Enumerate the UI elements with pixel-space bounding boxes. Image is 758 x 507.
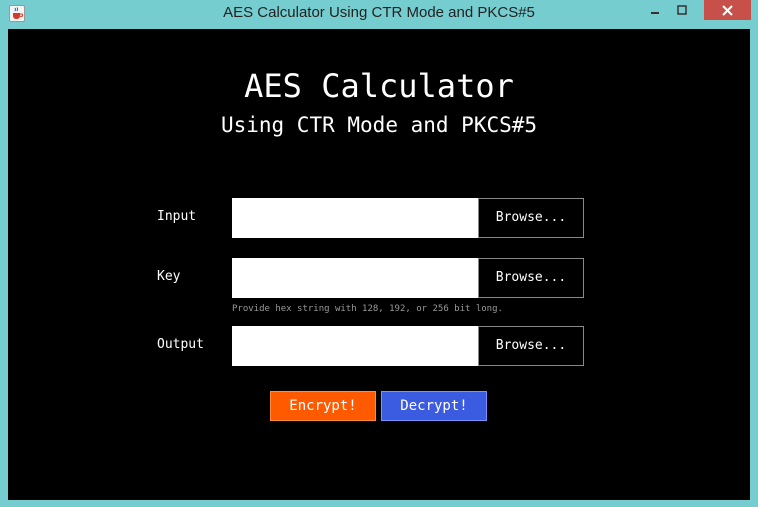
decrypt-button[interactable]: Decrypt! bbox=[381, 391, 487, 421]
maximize-button[interactable] bbox=[668, 0, 695, 20]
key-hint: Provide hex string with 128, 192, or 256… bbox=[232, 304, 503, 314]
title-bar[interactable]: AES Calculator Using CTR Mode and PKCS#5 bbox=[0, 0, 758, 28]
encrypt-button[interactable]: Encrypt! bbox=[270, 391, 376, 421]
input-browse-button[interactable]: Browse... bbox=[478, 198, 584, 238]
page-title: AES Calculator bbox=[244, 67, 514, 105]
output-field[interactable] bbox=[232, 326, 478, 366]
minimize-icon bbox=[650, 12, 659, 14]
maximize-icon bbox=[676, 5, 687, 15]
key-label: Key bbox=[157, 269, 181, 284]
close-button[interactable] bbox=[704, 0, 751, 20]
output-browse-button[interactable]: Browse... bbox=[478, 326, 584, 366]
key-field[interactable] bbox=[232, 258, 478, 298]
main-panel: AES Calculator Using CTR Mode and PKCS#5… bbox=[8, 29, 750, 500]
close-icon bbox=[722, 4, 733, 16]
minimize-button[interactable] bbox=[641, 0, 668, 20]
input-label: Input bbox=[157, 209, 197, 224]
page-subtitle: Using CTR Mode and PKCS#5 bbox=[220, 113, 538, 137]
app-window: AES Calculator Using CTR Mode and PKCS#5… bbox=[0, 0, 758, 507]
key-browse-button[interactable]: Browse... bbox=[478, 258, 584, 298]
output-label: Output bbox=[157, 337, 204, 352]
input-field[interactable] bbox=[232, 198, 478, 238]
